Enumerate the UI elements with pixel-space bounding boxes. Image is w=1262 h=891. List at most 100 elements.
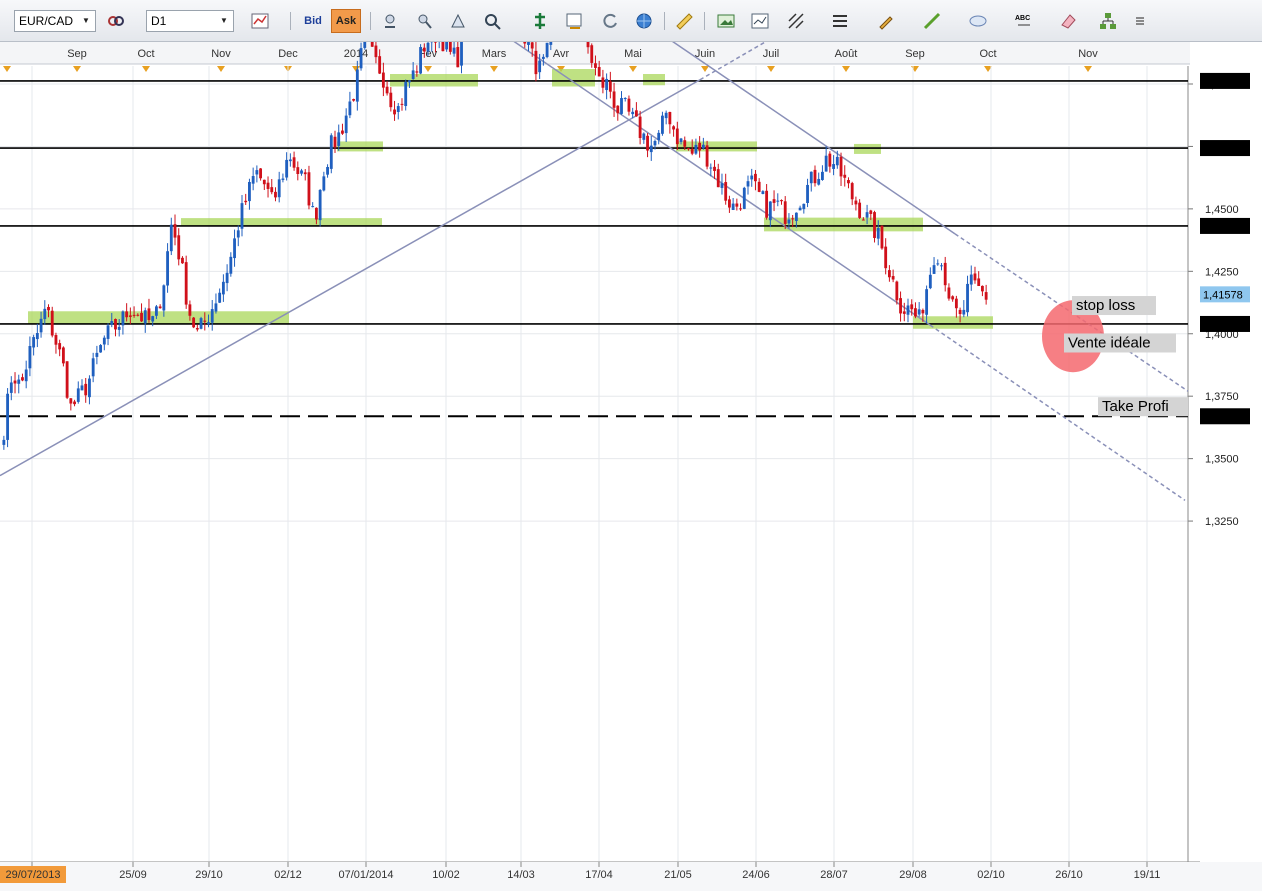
candle-body	[259, 168, 263, 179]
candle-body	[248, 181, 251, 202]
candle-body	[981, 285, 984, 292]
candle-body	[523, 42, 527, 44]
picture-icon[interactable]	[714, 9, 738, 33]
symbol-select[interactable]: EUR/CAD ▼	[14, 10, 96, 32]
toolbar-separator	[290, 12, 291, 30]
candle-body	[117, 326, 121, 330]
ask-button[interactable]: Ask	[331, 9, 361, 33]
candle-body	[292, 157, 296, 168]
demand-zone	[28, 311, 289, 324]
candle-body	[865, 212, 869, 218]
candle-body	[333, 136, 337, 148]
chevron-down-icon[interactable]: ▼	[79, 13, 93, 29]
pencil-icon[interactable]	[874, 9, 898, 33]
candle-body	[210, 309, 214, 323]
candle-body	[661, 115, 664, 134]
demand-zone	[181, 218, 382, 227]
candle-body	[177, 235, 181, 260]
candle-body	[832, 164, 836, 169]
candle-body	[527, 42, 530, 45]
line-icon[interactable]	[920, 9, 944, 33]
price-tag-1-47435-label: 1,47435	[1203, 143, 1243, 155]
candle-body	[76, 388, 80, 402]
candle-body	[195, 328, 199, 330]
candle-body	[612, 91, 616, 108]
candle-body	[984, 292, 988, 300]
candle-body	[17, 379, 21, 384]
candle-body	[229, 256, 233, 274]
candle-body	[936, 263, 940, 265]
candle-body	[683, 140, 687, 147]
menu-icon[interactable]	[1128, 9, 1152, 33]
text-abc-icon[interactable]: ABC	[1012, 9, 1036, 33]
candle-body	[218, 292, 222, 303]
candle-body	[854, 200, 858, 205]
take-profit-label: Take Profi	[1102, 398, 1169, 415]
candle-body	[225, 272, 229, 284]
network-icon[interactable]	[1096, 9, 1120, 33]
candle-body	[601, 77, 605, 88]
timeframe-select[interactable]: D1 ▼	[146, 10, 234, 32]
candle-body	[821, 171, 824, 180]
candle-body	[742, 187, 746, 209]
price-chart[interactable]: Sep Oct Nov Dec 2014 Fev Mars Avr Mai Juin Juil Aoû…	[0, 42, 1262, 891]
candle-body	[724, 182, 728, 201]
template-icon[interactable]	[528, 9, 552, 33]
candle-body	[125, 311, 129, 318]
chevron-down-icon[interactable]: ▼	[217, 13, 231, 29]
chart-window-icon[interactable]	[562, 9, 586, 33]
chart-window-icon[interactable]	[748, 9, 772, 33]
candle-body	[679, 138, 683, 142]
candle-body	[687, 148, 690, 150]
candle-body	[631, 111, 635, 115]
candlestick-chart-icon[interactable]	[248, 9, 272, 33]
candle-body	[594, 63, 597, 68]
toolbar-separator	[664, 12, 665, 30]
candle-body	[545, 42, 549, 58]
candle-body	[434, 42, 437, 43]
candle-body	[828, 153, 832, 167]
candle-body	[262, 179, 266, 185]
eraser-icon[interactable]	[1056, 9, 1080, 33]
candle-body	[270, 187, 274, 193]
candle-body	[917, 309, 921, 315]
bid-button[interactable]: Bid	[298, 9, 328, 33]
cursor-icon[interactable]	[412, 9, 436, 33]
candle-body	[538, 60, 542, 73]
candle-body	[389, 92, 393, 108]
candle-body	[876, 227, 880, 239]
link-chain-icon[interactable]	[104, 9, 128, 33]
crosshair-icon[interactable]	[378, 9, 402, 33]
ellipse-icon[interactable]	[966, 9, 990, 33]
candle-body	[199, 318, 203, 329]
candle-body	[787, 219, 791, 224]
horizontal-lines-icon[interactable]	[828, 9, 852, 33]
candle-body	[541, 56, 545, 59]
candle-body	[114, 319, 117, 330]
candle-body	[300, 170, 303, 174]
indicator-icon[interactable]	[446, 9, 470, 33]
candle-body	[534, 50, 538, 75]
draw-tools-icon[interactable]	[784, 9, 808, 33]
month-label: Nov	[1078, 48, 1098, 60]
globe-icon[interactable]	[632, 9, 656, 33]
month-label: Sep	[67, 48, 87, 60]
refresh-icon[interactable]	[598, 9, 622, 33]
month-label: Juil	[763, 48, 780, 60]
candle-body	[709, 167, 713, 169]
candle-body	[121, 311, 125, 326]
candle-body	[977, 278, 981, 287]
candle-body	[288, 159, 292, 162]
candle-body	[616, 105, 620, 114]
price-tag-1-44317-label: 1,44317	[1203, 221, 1243, 233]
chart-canvas[interactable]: Sep Oct Nov Dec 2014 Fev Mars Avr Mai Juin Juil Aoû…	[0, 42, 1262, 891]
ruler-icon[interactable]	[672, 9, 696, 33]
price-tag-1-36696-label: 1,36696	[1203, 411, 1243, 423]
candle-body	[869, 210, 873, 214]
x-tick-label: 19/11	[1134, 869, 1161, 881]
x-tick-label: 29/07/2013	[5, 869, 60, 881]
candle-body	[352, 99, 356, 101]
candle-body	[140, 312, 143, 322]
candle-body	[408, 80, 411, 83]
zoom-icon[interactable]	[480, 9, 504, 33]
